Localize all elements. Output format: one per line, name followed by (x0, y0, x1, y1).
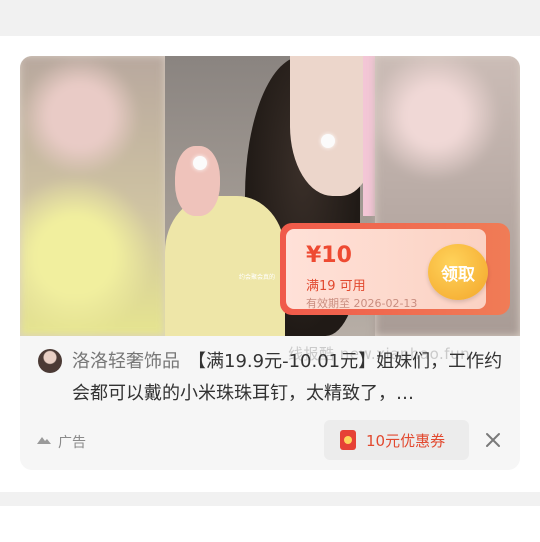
photo-sweater (165, 196, 285, 336)
coupon-amount: ¥10 (306, 243, 352, 268)
blurred-background-left (20, 56, 165, 336)
earring-worn (321, 134, 335, 148)
claim-button[interactable]: 领取 (428, 244, 488, 300)
section-separator (0, 492, 540, 506)
red-envelope-icon (340, 430, 356, 450)
brand-name[interactable]: 洛洛轻奢饰品 (72, 351, 180, 372)
coupon-condition: 满19 可用 (306, 279, 366, 294)
close-icon[interactable] (483, 430, 503, 450)
image-caption: 约会聚会真的 (239, 274, 276, 281)
ad-triangle-icon (37, 437, 51, 444)
voucher-label: 10元优惠券 (366, 431, 446, 450)
coupon-card[interactable]: ¥10 满19 可用 有效期至 2026-02-13 领取 (280, 223, 510, 315)
ad-title[interactable]: 洛洛轻奢饰品 【满19.9元-10.01元】姐妹们，工作约会都可以戴的小米珠珠耳钉… (72, 346, 508, 410)
voucher-button[interactable]: 10元优惠券 (324, 420, 469, 460)
brand-avatar[interactable] (38, 349, 62, 373)
top-separator (0, 0, 540, 36)
bottom-tab-row (20, 526, 540, 542)
ad-label: 广告 (58, 435, 86, 451)
earring-held (193, 156, 207, 170)
coupon-expiry: 有效期至 2026-02-13 (306, 297, 418, 310)
photo-strip (363, 56, 375, 216)
